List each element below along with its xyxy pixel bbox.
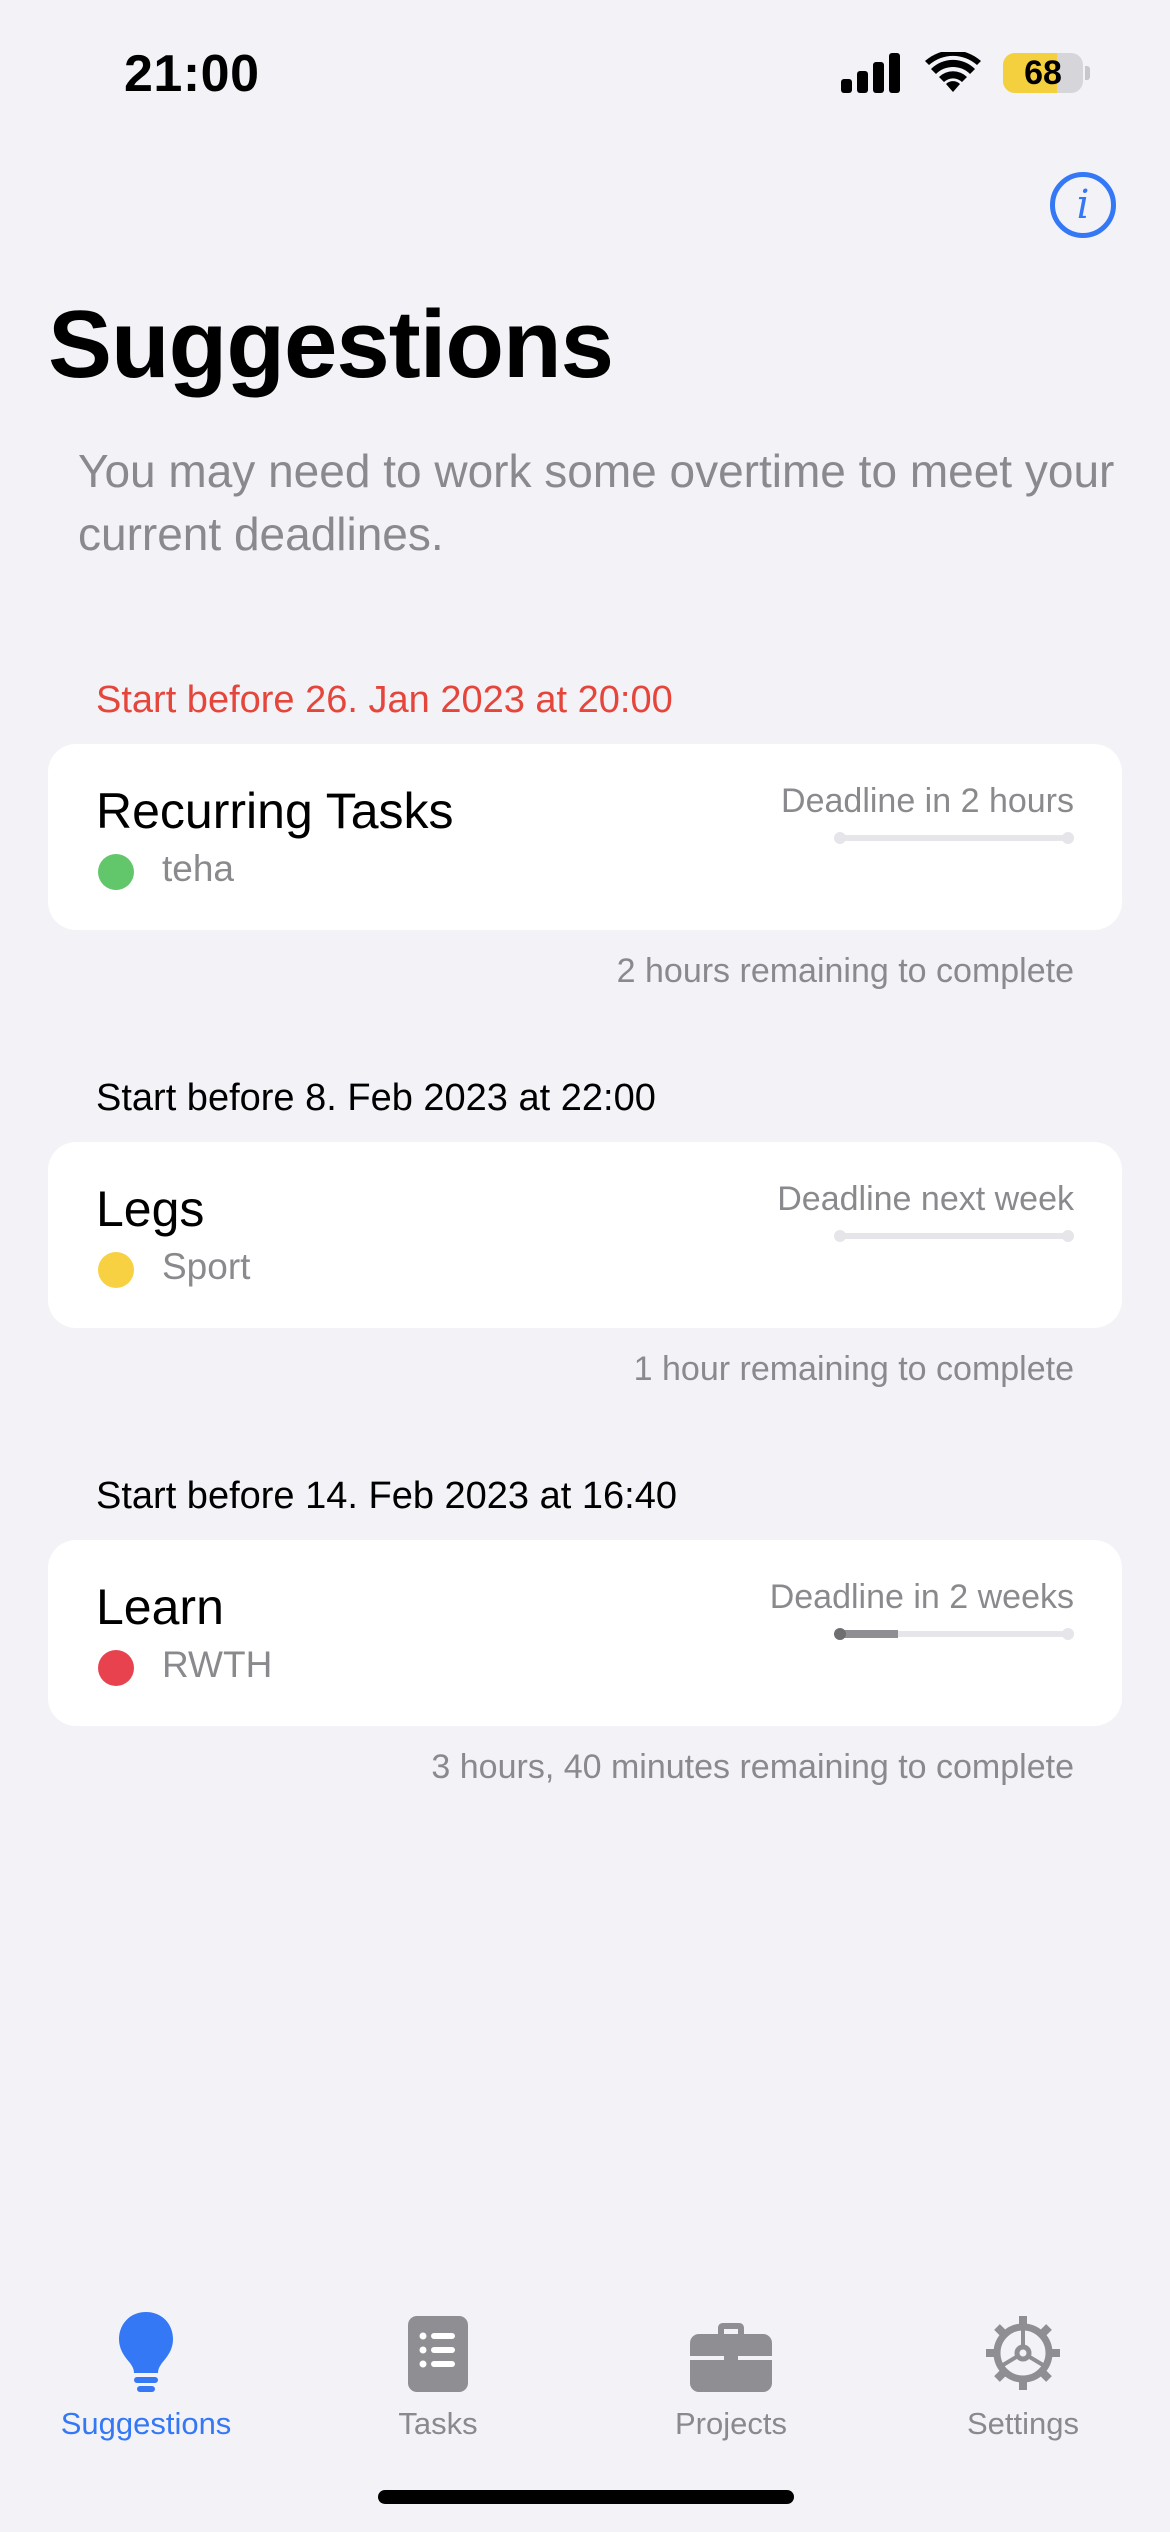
battery-level: 68 — [1024, 53, 1062, 92]
task-title: Recurring Tasks — [96, 783, 454, 839]
status-icons: 68 — [841, 52, 1090, 94]
remaining-time-label: 2 hours remaining to complete — [616, 952, 1074, 990]
suggestion-section: Start before 8. Feb 2023 at 22:00 Legs S… — [48, 1070, 1122, 1394]
project-name: teha — [162, 848, 235, 889]
project-name: Sport — [162, 1246, 251, 1287]
tab-suggestions[interactable]: Suggestions — [0, 2296, 292, 2442]
battery-cap — [1085, 66, 1090, 80]
battery-indicator: 68 — [1003, 53, 1083, 93]
tab-projects[interactable]: Projects — [585, 2296, 877, 2442]
deadline-label: Deadline in 2 weeks — [769, 1578, 1074, 1616]
task-card[interactable]: Recurring Tasks teha Deadline in 2 hours — [48, 744, 1122, 930]
remaining-time-label: 1 hour remaining to complete — [633, 1350, 1074, 1388]
deadline-progress-bar — [834, 1628, 1074, 1640]
section-header-start-date: Start before 26. Jan 2023 at 20:00 — [96, 679, 673, 721]
task-title: Legs — [96, 1181, 205, 1237]
list-icon — [408, 2316, 468, 2392]
page-title: Suggestions — [48, 291, 614, 398]
deadline-progress-bar — [834, 1230, 1074, 1242]
gear-icon — [986, 2316, 1060, 2390]
home-indicator[interactable] — [378, 2490, 794, 2504]
section-header-start-date: Start before 14. Feb 2023 at 16:40 — [96, 1475, 677, 1517]
suggestion-section: Start before 14. Feb 2023 at 16:40 Learn… — [48, 1468, 1122, 1792]
suggestion-section: Start before 26. Jan 2023 at 20:00 Recur… — [48, 672, 1122, 996]
section-header-start-date: Start before 8. Feb 2023 at 22:00 — [96, 1077, 656, 1119]
deadline-progress-bar — [834, 832, 1074, 844]
task-card[interactable]: Learn RWTH Deadline in 2 weeks — [48, 1540, 1122, 1726]
suggestions-screen: 21:00 68 i Suggestions You may need to w… — [0, 0, 1170, 2532]
deadline-label: Deadline next week — [777, 1180, 1074, 1218]
deadline-label: Deadline in 2 hours — [781, 782, 1074, 820]
wifi-icon — [925, 52, 981, 92]
project-color-dot — [98, 854, 134, 890]
tab-settings[interactable]: Settings — [877, 2296, 1169, 2442]
page-subtitle: You may need to work some overtime to me… — [78, 445, 1115, 560]
info-button[interactable]: i — [1050, 172, 1116, 238]
briefcase-icon — [690, 2323, 772, 2392]
tab-label: Projects — [675, 2406, 787, 2441]
project-name: RWTH — [162, 1644, 273, 1685]
cellular-signal-icon — [841, 53, 900, 93]
project-color-dot — [98, 1252, 134, 1288]
info-icon: i — [1076, 182, 1090, 228]
lightbulb-icon — [119, 2312, 173, 2392]
tab-label: Tasks — [398, 2406, 478, 2441]
task-card[interactable]: Legs Sport Deadline next week — [48, 1142, 1122, 1328]
tab-label: Suggestions — [60, 2406, 232, 2441]
task-title: Learn — [96, 1579, 224, 1635]
remaining-time-label: 3 hours, 40 minutes remaining to complet… — [431, 1748, 1074, 1786]
project-color-dot — [98, 1650, 134, 1686]
tab-tasks[interactable]: Tasks — [292, 2296, 584, 2442]
tab-bar: Suggestions Tasks Projects Settings — [0, 2280, 1170, 2460]
tab-label: Settings — [966, 2406, 1079, 2441]
status-time: 21:00 — [124, 45, 260, 103]
